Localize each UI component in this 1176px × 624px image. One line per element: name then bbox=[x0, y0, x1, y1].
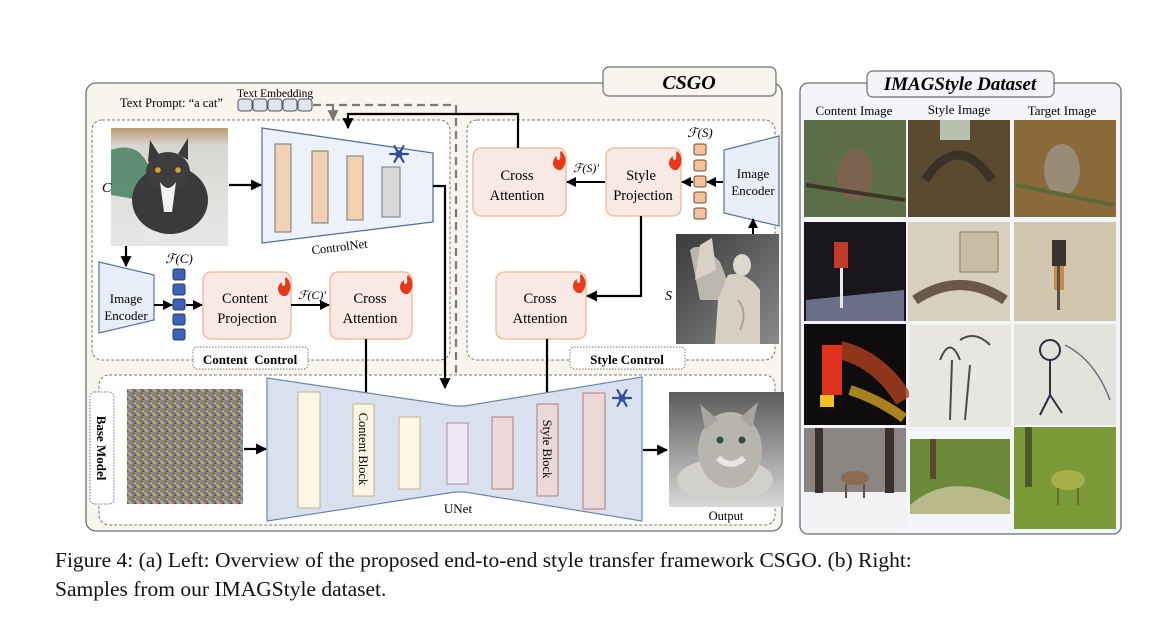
dataset-image-target bbox=[1014, 120, 1116, 217]
unet-layer bbox=[297, 391, 321, 509]
dataset-title: IMAGStyle Dataset bbox=[883, 74, 1037, 95]
dataset-image-content bbox=[804, 428, 906, 529]
dataset-image-content bbox=[804, 120, 906, 217]
noise-input-image bbox=[127, 389, 243, 504]
dataset-image-style bbox=[909, 325, 1011, 427]
dataset-image-target bbox=[1014, 324, 1116, 425]
content-feature-tokens bbox=[172, 268, 186, 341]
dataset-image-content bbox=[804, 222, 906, 321]
dataset-row bbox=[804, 324, 1116, 427]
text-embedding-label: Text Embedding bbox=[237, 88, 313, 100]
style-cross-attention-bottom-line-1: Cross bbox=[523, 291, 556, 307]
dataset-image-target bbox=[1014, 427, 1116, 529]
dataset-column-header: Content Image bbox=[816, 103, 893, 118]
style-projection-line-1: Style bbox=[626, 168, 656, 184]
style-block-label: Style Block bbox=[540, 420, 554, 479]
controlnet-layer bbox=[274, 143, 292, 233]
text-prompt: Text Prompt: “a cat” bbox=[120, 96, 223, 110]
controlnet-layer bbox=[311, 150, 329, 224]
content-block-label: Content Block bbox=[356, 413, 370, 486]
unet-layer bbox=[491, 416, 514, 490]
content-image-cat bbox=[111, 128, 228, 246]
content-cross-attention-line-1: Cross bbox=[353, 291, 386, 307]
dataset-column-header: Target Image bbox=[1028, 103, 1097, 118]
base-model-label: Base Model bbox=[94, 416, 109, 481]
content-cross-attention-line-2: Attention bbox=[343, 311, 399, 327]
content-projection-line-2: Projection bbox=[217, 311, 277, 327]
content-encoder-label-1: Image bbox=[110, 291, 143, 306]
style-projected-feature-label: ℱ(S)′ bbox=[573, 161, 599, 175]
dataset-image-target bbox=[1014, 222, 1116, 321]
style-cross-attention-top-line-1: Cross bbox=[500, 168, 533, 184]
controlnet-layer-zero bbox=[381, 166, 401, 218]
style-image-encoder bbox=[723, 135, 780, 227]
style-feature-label: ℱ(S) bbox=[687, 125, 712, 140]
figure-caption: Figure 4: (a) Left: Overview of the prop… bbox=[55, 546, 1155, 604]
text-embedding-tokens bbox=[237, 98, 313, 112]
style-image-angel bbox=[676, 234, 779, 344]
style-image-symbol: S bbox=[665, 289, 672, 304]
dataset-row bbox=[804, 222, 1116, 321]
style-cross-attention-bottom-line-2: Attention bbox=[513, 311, 569, 327]
content-projected-feature-label: ℱ(C)′ bbox=[298, 288, 326, 302]
style-encoder-label-1: Image bbox=[737, 166, 770, 181]
csgo-title: CSGO bbox=[662, 72, 715, 94]
unet-layer bbox=[398, 416, 421, 490]
output-image bbox=[669, 392, 784, 507]
csgo-diagram: CSGO Text Prompt: “a cat” Text Embedding… bbox=[85, 66, 1122, 535]
content-image-symbol: C bbox=[102, 181, 112, 196]
style-projection-line-2: Projection bbox=[613, 188, 673, 204]
dataset-image-style bbox=[908, 120, 1010, 217]
content-encoder-label-2: Encoder bbox=[104, 308, 148, 323]
unet-label: UNet bbox=[444, 501, 473, 516]
style-encoder-label-2: Encoder bbox=[731, 183, 775, 198]
style-feature-tokens bbox=[693, 143, 707, 220]
dataset-column-header: Style Image bbox=[928, 102, 991, 117]
style-cross-attention-top-line-2: Attention bbox=[490, 188, 546, 204]
output-label: Output bbox=[709, 509, 744, 523]
controlnet-layer bbox=[346, 155, 364, 221]
content-projection-line-1: Content bbox=[222, 291, 268, 307]
dataset-row bbox=[804, 120, 1116, 217]
caption-line-1: Figure 4: (a) Left: Overview of the prop… bbox=[55, 548, 912, 572]
dataset-image-style bbox=[908, 222, 1010, 321]
dataset-image-style bbox=[910, 439, 1010, 514]
style-control-label: Style Control bbox=[590, 352, 664, 367]
content-feature-label: ℱ(C) bbox=[165, 251, 193, 266]
dataset-row bbox=[804, 427, 1116, 529]
unet-mid-layer bbox=[446, 422, 469, 485]
unet-layer bbox=[582, 392, 606, 510]
content-control-label: Content Control bbox=[203, 352, 298, 367]
dataset-image-content bbox=[804, 324, 912, 425]
caption-line-2: Samples from our IMAGStyle dataset. bbox=[55, 577, 387, 601]
